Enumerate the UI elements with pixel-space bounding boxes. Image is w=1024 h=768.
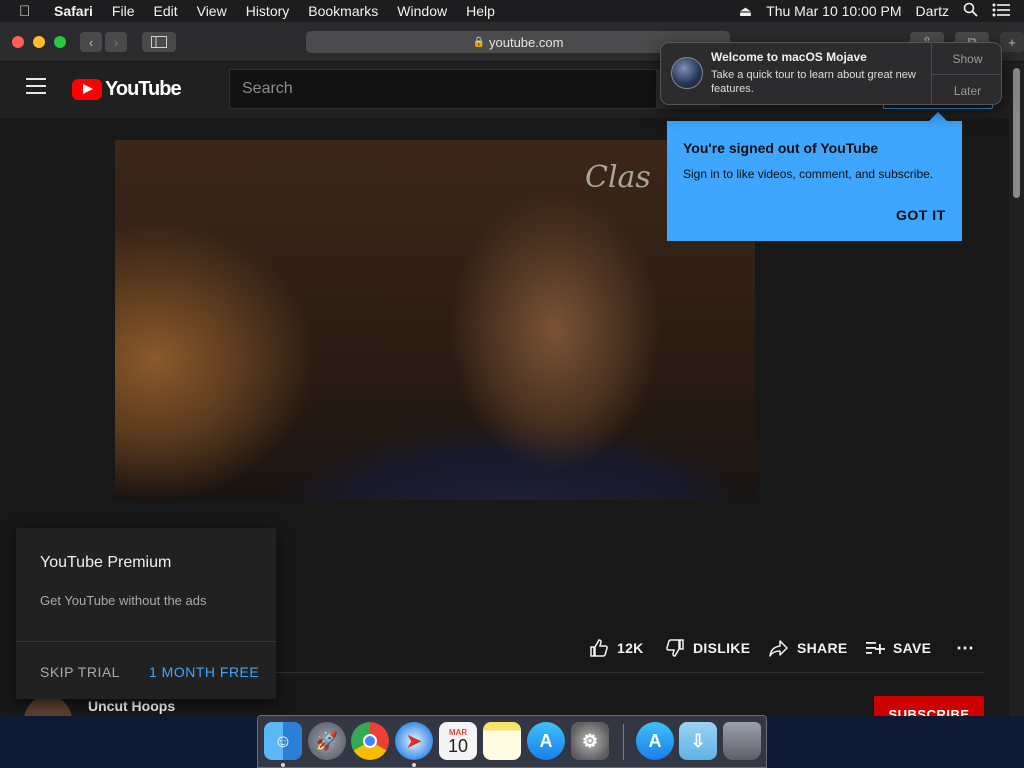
eject-icon[interactable]: ⏏ [739, 3, 752, 20]
video-player[interactable]: Clas [115, 140, 755, 500]
zoom-window-button[interactable] [54, 36, 66, 48]
premium-title: YouTube Premium [40, 554, 172, 571]
dislike-button[interactable]: DISLIKE [665, 636, 750, 660]
channel-avatar[interactable] [24, 696, 72, 716]
running-indicator [412, 763, 416, 767]
menu-file[interactable]: File [112, 3, 135, 19]
sidebar-icon [151, 36, 167, 48]
downloads-folder-icon[interactable]: ⇩ [679, 722, 717, 760]
like-count: 12K [617, 640, 644, 656]
got-it-button[interactable]: GOT IT [896, 207, 946, 223]
menu-view[interactable]: View [197, 3, 227, 19]
playlist-add-icon [866, 642, 885, 654]
video-watermark: Clas [585, 160, 651, 195]
menu-datetime[interactable]: Thu Mar 10 10:00 PM [766, 3, 901, 19]
youtube-logo[interactable]: YouTube [72, 78, 182, 101]
dock: ☺ 🚀 ➤ MAR 10 A ⚙ A ⇩ [257, 715, 767, 768]
tooltip-title: You're signed out of YouTube [683, 140, 879, 156]
notification-body: Take a quick tour to learn about great n… [711, 69, 916, 95]
hamburger-menu-icon[interactable] [26, 78, 46, 98]
menu-user[interactable]: Dartz [916, 3, 949, 19]
plus-icon: + [1008, 34, 1016, 50]
thumbs-down-icon [666, 639, 684, 657]
chevron-right-icon: › [113, 34, 119, 50]
menu-app-name[interactable]: Safari [54, 3, 93, 19]
youtube-logo-text: YouTube [105, 78, 182, 100]
notes-icon[interactable] [483, 722, 521, 760]
channel-name[interactable]: Uncut Hoops [88, 698, 175, 714]
scrollbar-thumb[interactable] [1013, 68, 1020, 198]
menu-help[interactable]: Help [466, 3, 495, 19]
subscribe-button[interactable]: SUBSCRIBE [874, 696, 984, 716]
menu-bar:  Safari File Edit View History Bookmark… [0, 0, 1024, 22]
apple-menu-icon[interactable]:  [19, 3, 37, 20]
minimize-window-button[interactable] [33, 36, 45, 48]
skip-trial-button[interactable]: SKIP TRIAL [40, 664, 120, 680]
back-button[interactable]: ‹ [80, 32, 102, 52]
notification-center-icon[interactable] [992, 3, 1010, 20]
premium-description: Get YouTube without the ads [40, 593, 207, 608]
new-tab-button[interactable]: + [1000, 32, 1024, 52]
notification-show-button[interactable]: Show [932, 43, 1001, 74]
system-preferences-icon[interactable]: ⚙ [571, 722, 609, 760]
premium-divider [16, 641, 276, 642]
safari-compass-icon[interactable]: ➤ [395, 722, 433, 760]
launchpad-icon[interactable]: 🚀 [308, 722, 346, 760]
notification-later-button[interactable]: Later [932, 75, 1001, 104]
sidebar-toggle-button[interactable] [142, 32, 176, 52]
save-label: SAVE [893, 640, 932, 656]
macos-notification[interactable]: Welcome to macOS Mojave Take a quick tou… [660, 42, 1002, 105]
save-button[interactable]: SAVE [865, 636, 931, 660]
desktop:  Safari File Edit View History Bookmark… [0, 0, 1024, 768]
search-input[interactable]: Search [229, 69, 657, 109]
like-button[interactable]: 12K [589, 636, 644, 660]
calendar-day: 10 [447, 736, 469, 756]
one-month-free-button[interactable]: 1 MONTH FREE [149, 664, 259, 680]
share-arrow-icon [769, 640, 788, 657]
dock-separator [623, 724, 624, 760]
calendar-icon[interactable]: MAR 10 [439, 722, 477, 760]
close-window-button[interactable] [12, 36, 24, 48]
signed-out-tooltip: You're signed out of YouTube Sign in to … [667, 112, 962, 241]
address-bar-url: youtube.com [489, 34, 564, 50]
menu-bookmarks[interactable]: Bookmarks [308, 3, 378, 19]
page-scrollbar[interactable] [1009, 62, 1024, 716]
chrome-icon[interactable] [351, 722, 389, 760]
more-actions-icon[interactable]: ⋯ [956, 636, 974, 660]
youtube-play-icon [72, 79, 102, 100]
lock-icon: 🔒 [472, 36, 485, 48]
mojave-icon [671, 57, 703, 89]
chevron-left-icon: ‹ [88, 34, 94, 50]
menu-history[interactable]: History [246, 3, 290, 19]
notification-title: Welcome to macOS Mojave [711, 50, 867, 64]
webpage-content: YouTube Search Clas 12K DISLIKE SHARE SA… [0, 62, 1024, 716]
trash-icon[interactable] [723, 722, 761, 760]
menu-edit[interactable]: Edit [153, 3, 177, 19]
dislike-label: DISLIKE [693, 640, 751, 656]
thumbs-up-icon [590, 639, 608, 657]
spotlight-search-icon[interactable] [963, 2, 978, 20]
tooltip-description: Sign in to like videos, comment, and sub… [683, 167, 934, 181]
forward-button[interactable]: › [105, 32, 127, 52]
share-video-button[interactable]: SHARE [769, 636, 848, 660]
running-indicator [281, 763, 285, 767]
app-store-icon[interactable]: A [527, 722, 565, 760]
menu-window[interactable]: Window [397, 3, 447, 19]
finder-icon[interactable]: ☺ [264, 722, 302, 760]
share-label: SHARE [797, 640, 848, 656]
app-store-folder-icon[interactable]: A [636, 722, 674, 760]
premium-promo-popup: YouTube Premium Get YouTube without the … [16, 528, 276, 699]
